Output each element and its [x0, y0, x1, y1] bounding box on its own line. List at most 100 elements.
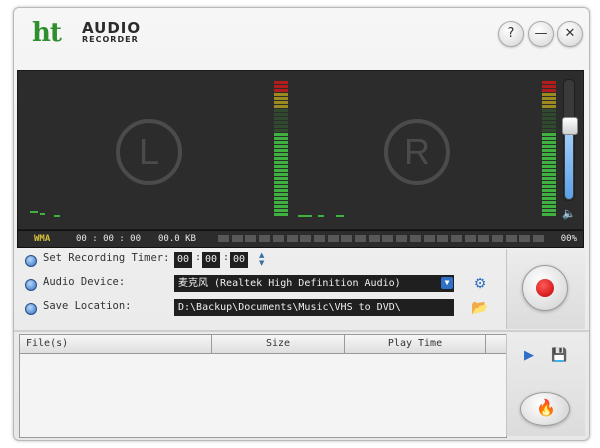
divider [14, 330, 589, 332]
meter-segment [274, 201, 288, 204]
device-radio[interactable] [25, 279, 37, 291]
progress-cell [355, 235, 366, 242]
format-label: WMA [34, 234, 51, 244]
timer-separator: : [195, 252, 202, 263]
column-header-playtime[interactable]: Play Time [345, 335, 486, 353]
meter-segment [274, 177, 288, 180]
meter-segment [542, 177, 556, 180]
folder-icon[interactable]: 📂 [470, 299, 490, 317]
timer-hours[interactable]: 00 [174, 252, 192, 268]
meter-segment [542, 205, 556, 208]
progress-cell [464, 235, 476, 242]
right-waveform-noise [336, 215, 344, 217]
volume-thumb[interactable] [562, 117, 578, 135]
location-label: Save Location: [43, 300, 132, 312]
meter-segment [542, 145, 556, 148]
meter-segment [274, 189, 288, 192]
settings-panel: Set Recording Timer: 00 : 00 : 00 ▲ ▼ Au… [17, 249, 505, 329]
progress-cell [218, 235, 229, 242]
meter-segment [274, 121, 288, 124]
meter-segment [274, 185, 288, 188]
left-waveform-noise [40, 213, 45, 215]
progress-cell [437, 235, 449, 242]
volume-fill [565, 126, 573, 199]
timer-radio[interactable] [25, 255, 37, 267]
spin-up-icon[interactable]: ▲ [259, 251, 269, 259]
progress-cell [231, 235, 243, 242]
left-waveform-noise [54, 215, 60, 217]
timer-label: Set Recording Timer: [43, 252, 170, 264]
meter-segment [542, 213, 556, 216]
meter-segment [274, 193, 288, 196]
progress-cell [259, 235, 271, 242]
meter-segment [542, 149, 556, 152]
location-radio[interactable] [25, 303, 37, 315]
meter-segment [542, 137, 556, 140]
right-channel-indicator: R [384, 119, 450, 185]
record-button[interactable] [522, 265, 568, 311]
meter-segment [542, 113, 556, 116]
timer-minutes[interactable]: 00 [202, 252, 220, 268]
meter-segment [274, 181, 288, 184]
progress-cell [272, 235, 284, 242]
meter-segment [274, 97, 288, 100]
burn-button[interactable]: 🔥 [520, 392, 570, 426]
meter-segment [274, 113, 288, 116]
meter-segment [274, 109, 288, 112]
record-icon [536, 279, 554, 297]
app-logo-line2: RECORDER [82, 35, 139, 44]
file-list-body[interactable] [20, 354, 506, 437]
close-button[interactable]: ✕ [557, 21, 583, 47]
progress-cell [368, 235, 380, 242]
play-icon[interactable]: ▶ [521, 348, 537, 364]
column-header-files[interactable]: File(s) [20, 335, 212, 353]
level-display: L R 🔈 [17, 70, 584, 230]
left-channel-indicator: L [116, 119, 182, 185]
record-panel [506, 249, 585, 329]
progress-cell [300, 235, 312, 242]
meter-segment [274, 105, 288, 108]
help-button[interactable]: ? [498, 21, 524, 47]
meter-segment [274, 141, 288, 144]
meter-segment [274, 153, 288, 156]
meter-segment [542, 141, 556, 144]
meter-segment [542, 169, 556, 172]
file-list[interactable]: File(s) Size Play Time [19, 334, 507, 438]
meter-segment [542, 105, 556, 108]
minimize-button[interactable]: — [528, 21, 554, 47]
timer-row: Set Recording Timer: 00 : 00 : 00 ▲ ▼ [17, 249, 505, 271]
save-location-input[interactable]: D:\Backup\Documents\Music\VHS to DVD\ [174, 299, 454, 316]
meter-segment [274, 145, 288, 148]
timer-spinner[interactable]: ▲ ▼ [259, 251, 269, 269]
meter-segment [542, 101, 556, 104]
meter-segment [274, 205, 288, 208]
meter-segment [274, 101, 288, 104]
meter-segment [542, 133, 556, 136]
gear-icon[interactable]: ⚙ [470, 275, 490, 293]
title-bar: ht AUDIO RECORDER ? — ✕ [14, 8, 589, 68]
volume-slider[interactable] [562, 79, 578, 201]
progress-cell [396, 235, 408, 242]
meter-segment [542, 125, 556, 128]
speaker-icon[interactable]: 🔈 [562, 207, 576, 220]
chevron-down-icon[interactable]: ▼ [441, 277, 453, 289]
meter-segment [542, 109, 556, 112]
audio-device-value: 麦克风 (Realtek High Definition Audio) [178, 278, 401, 289]
app-logo-text: AUDIO RECORDER [82, 21, 141, 46]
spin-down-icon[interactable]: ▼ [259, 259, 269, 267]
meter-segment [542, 201, 556, 204]
meter-segment [274, 129, 288, 132]
timer-seconds[interactable]: 00 [230, 252, 248, 268]
meter-segment [542, 89, 556, 92]
audio-device-select[interactable]: 麦克风 (Realtek High Definition Audio) ▼ [174, 275, 454, 292]
device-row: Audio Device: 麦克风 (Realtek High Definiti… [17, 273, 505, 295]
left-waveform-noise [30, 211, 38, 213]
save-file-icon[interactable]: 💾 [551, 348, 567, 364]
progress-bar [218, 235, 548, 242]
meter-segment [542, 193, 556, 196]
column-header-size[interactable]: Size [212, 335, 345, 353]
right-waveform-noise [298, 215, 312, 217]
meter-segment [542, 117, 556, 120]
progress-cell [505, 235, 517, 242]
meter-segment [542, 165, 556, 168]
